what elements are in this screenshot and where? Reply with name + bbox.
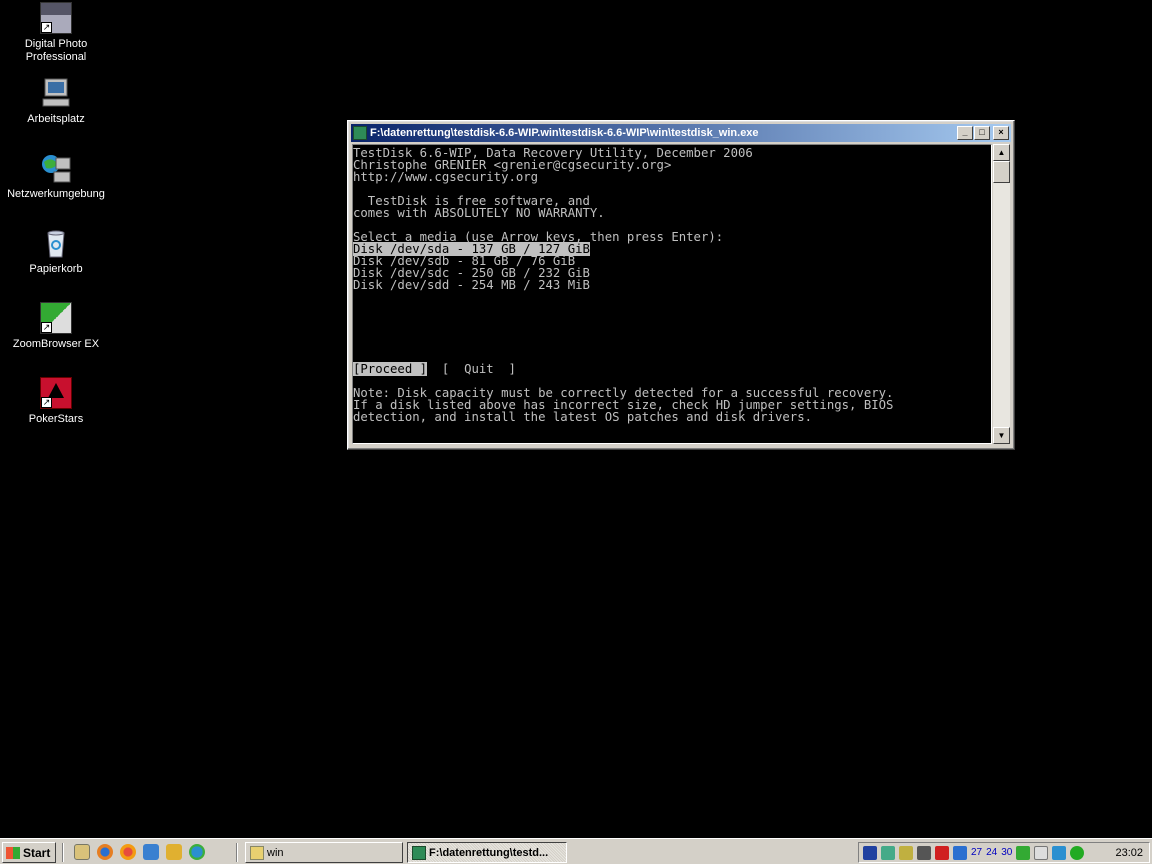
menu-line: [Proceed ] [ Quit ] bbox=[353, 362, 991, 376]
console-app-icon bbox=[412, 845, 426, 860]
testdisk-window[interactable]: F:\datenrettung\testdisk-6.6-WIP.win\tes… bbox=[347, 120, 1015, 450]
network-tray-icon[interactable] bbox=[917, 845, 931, 860]
shield-icon[interactable] bbox=[863, 845, 877, 860]
desktop-icon-digital-photo-professional[interactable]: ↗ Digital Photo Professional bbox=[1, 2, 111, 64]
clock[interactable]: 23:02 bbox=[1115, 847, 1143, 859]
scroll-thumb[interactable] bbox=[993, 161, 1010, 183]
app-tray-icon[interactable] bbox=[1016, 845, 1031, 860]
windows-logo-icon bbox=[6, 846, 20, 859]
desktop-icon-label: Netzwerkumgebung bbox=[7, 188, 105, 200]
recycle-bin-icon bbox=[40, 227, 72, 259]
close-button[interactable]: × bbox=[993, 126, 1009, 140]
browser-icon[interactable] bbox=[120, 844, 136, 860]
vertical-scrollbar[interactable]: ▲ ▼ bbox=[993, 144, 1010, 444]
taskbar: Start win F:\datenrettung\testd... 27 24… bbox=[0, 838, 1152, 864]
desktop-icon-zoombrowser[interactable]: ↗ ZoomBrowser EX bbox=[1, 302, 111, 351]
disk-item-sdd[interactable]: Disk /dev/sdd - 254 MB / 243 MiB bbox=[353, 279, 991, 291]
quit-button[interactable]: [ Quit ] bbox=[427, 362, 516, 376]
scroll-down-button[interactable]: ▼ bbox=[993, 427, 1010, 444]
volume-icon[interactable] bbox=[899, 845, 913, 860]
desktop-icon-arbeitsplatz[interactable]: Arbeitsplatz bbox=[1, 77, 111, 126]
task-button-win[interactable]: win bbox=[245, 842, 403, 863]
search-tray-icon[interactable] bbox=[1034, 845, 1049, 860]
desktop-icon-pokerstars[interactable]: ↗ PokerStars bbox=[1, 377, 111, 426]
console-header-line: http://www.cgsecurity.org bbox=[353, 170, 539, 184]
maximize-button[interactable]: □ bbox=[974, 126, 990, 140]
note-line: detection, and install the latest OS pat… bbox=[353, 410, 813, 424]
network-places-icon bbox=[40, 152, 72, 184]
window-titlebar[interactable]: F:\datenrettung\testdisk-6.6-WIP.win\tes… bbox=[351, 124, 1011, 142]
scroll-up-button[interactable]: ▲ bbox=[993, 144, 1010, 161]
system-tray: 27 24 30 23:02 bbox=[858, 842, 1150, 863]
console-app-icon bbox=[353, 126, 367, 140]
desktop-icon-label: Digital Photo Professional bbox=[24, 38, 88, 63]
share-icon[interactable] bbox=[143, 844, 159, 860]
shortcut-arrow-icon: ↗ bbox=[41, 397, 52, 408]
pokerstars-icon: ↗ bbox=[40, 377, 72, 409]
desktop-icon-label: ZoomBrowser EX bbox=[12, 338, 100, 350]
show-desktop-icon[interactable] bbox=[74, 844, 90, 860]
folder-search-icon bbox=[250, 845, 264, 860]
taskbar-separator bbox=[62, 843, 64, 862]
monitor-icon[interactable] bbox=[881, 845, 895, 860]
antivirus-icon[interactable] bbox=[935, 845, 949, 860]
task-label: F:\datenrettung\testd... bbox=[429, 846, 549, 859]
zoombrowser-icon: ↗ bbox=[40, 302, 72, 334]
refresh-tray-icon[interactable] bbox=[1070, 845, 1085, 860]
start-label: Start bbox=[23, 845, 51, 860]
tool-icon[interactable] bbox=[166, 844, 182, 860]
start-button[interactable]: Start bbox=[2, 842, 56, 863]
desktop-icon-label: Papierkorb bbox=[29, 263, 83, 275]
desktop-icon-netzwerkumgebung[interactable]: Netzwerkumgebung bbox=[1, 152, 111, 201]
shortcut-arrow-icon: ↗ bbox=[41, 322, 52, 333]
firefox-icon[interactable] bbox=[97, 844, 113, 860]
console-output[interactable]: TestDisk 6.6-WIP, Data Recovery Utility,… bbox=[352, 144, 992, 444]
network-icon[interactable] bbox=[189, 844, 205, 860]
taskbar-separator bbox=[236, 843, 238, 862]
task-button-testdisk[interactable]: F:\datenrettung\testd... bbox=[407, 842, 567, 863]
display-icon[interactable] bbox=[953, 845, 967, 860]
window-title: F:\datenrettung\testdisk-6.6-WIP.win\tes… bbox=[370, 127, 759, 139]
minimize-button[interactable]: _ bbox=[957, 126, 973, 140]
proceed-button[interactable]: [Proceed ] bbox=[353, 362, 428, 376]
digital-photo-professional-icon: ↗ bbox=[40, 2, 72, 34]
desktop-icon-label: Arbeitsplatz bbox=[27, 113, 85, 125]
tray-temp-3: 30 bbox=[1001, 847, 1013, 858]
desktop-icon-papierkorb[interactable]: Papierkorb bbox=[1, 227, 111, 276]
desktop-icon-label: PokerStars bbox=[28, 413, 84, 425]
tray-temp-1: 27 bbox=[971, 847, 983, 858]
shortcut-arrow-icon: ↗ bbox=[41, 22, 52, 33]
my-computer-icon bbox=[40, 77, 72, 109]
license-line: comes with ABSOLUTELY NO WARRANTY. bbox=[353, 206, 605, 220]
update-tray-icon[interactable] bbox=[1052, 845, 1067, 860]
task-label: win bbox=[267, 846, 284, 859]
tray-temp-2: 24 bbox=[986, 847, 998, 858]
